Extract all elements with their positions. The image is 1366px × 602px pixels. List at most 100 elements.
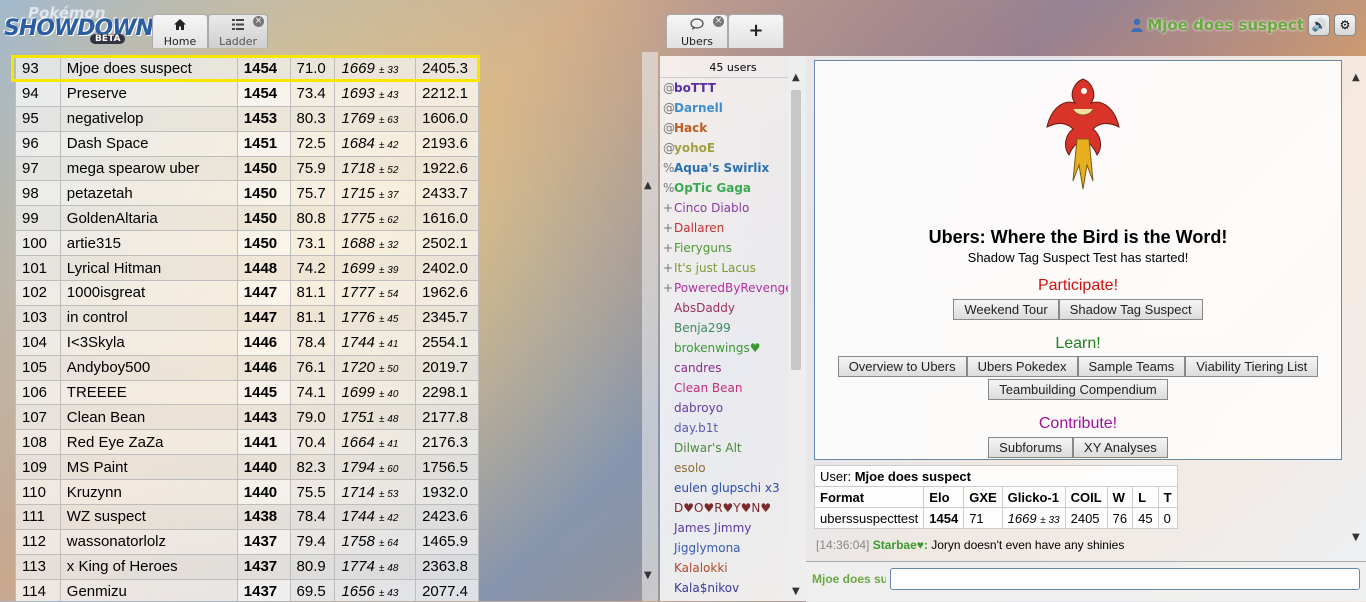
overview-to-ubers-button[interactable]: Overview to Ubers	[837, 356, 967, 377]
username-cell[interactable]: x King of Heroes	[59, 553, 238, 580]
scrollbar-thumb[interactable]	[791, 90, 801, 370]
username-cell[interactable]: Mjoe does suspect	[59, 56, 238, 82]
stats-user-name[interactable]: Mjoe does suspect	[855, 469, 971, 484]
gxe-cell: 81.1	[289, 304, 336, 331]
username-cell[interactable]: negativelop	[59, 105, 238, 132]
teambuilding-compendium-button[interactable]: Teambuilding Compendium	[988, 379, 1168, 400]
username-cell[interactable]: Dash Space	[59, 130, 238, 157]
username-cell[interactable]: WZ suspect	[59, 504, 238, 530]
scroll-down-icon[interactable]: ▼	[792, 586, 800, 597]
chat-username[interactable]: Starbae♥:	[873, 538, 928, 552]
user-list-item[interactable]: @Darnell	[660, 98, 806, 118]
user-list-item[interactable]: D♥O♥R♥Y♥N♥	[660, 498, 806, 518]
username-cell[interactable]: TREEEE	[59, 379, 238, 406]
user-list-item[interactable]: %Aqua's Swirlix	[660, 158, 806, 178]
user-list-item[interactable]: @Hack	[660, 118, 806, 138]
gxe-cell: 72.5	[289, 130, 336, 157]
username-cell[interactable]: Red Eye ZaZa	[59, 429, 238, 456]
userlist-scrollbar[interactable]: ▲ ▼	[788, 56, 805, 601]
user-list-item[interactable]: candres	[660, 358, 806, 378]
close-icon[interactable]: ×	[253, 16, 264, 27]
sample-teams-button[interactable]: Sample Teams	[1077, 356, 1186, 377]
stats-header-cell: Format	[813, 486, 925, 508]
user-list-item[interactable]: James Jimmy	[660, 518, 806, 538]
user-list-item[interactable]: dabroyo	[660, 398, 806, 418]
tab-ladder[interactable]: Ladder ×	[208, 14, 268, 48]
ubers-pokedex-button[interactable]: Ubers Pokedex	[966, 356, 1078, 377]
user-list-name: Clean Bean	[674, 381, 743, 395]
stats-header-row: Format Elo GXE Glicko-1 COIL W L T	[813, 486, 1178, 508]
username-cell[interactable]: artie315	[59, 230, 238, 257]
ladder-scrollbar[interactable]: ▲ ▼	[642, 52, 658, 601]
scroll-up-icon[interactable]: ▲	[792, 72, 800, 83]
username-cell[interactable]: petazetah	[59, 180, 238, 207]
username-cell[interactable]: Clean Bean	[59, 404, 238, 431]
subforums-button[interactable]: Subforums	[988, 437, 1074, 458]
user-list-name: PoweredByRevenge	[674, 281, 793, 295]
new-room-button[interactable]: +	[728, 14, 784, 48]
xy-analyses-button[interactable]: XY Analyses	[1073, 437, 1168, 458]
close-icon[interactable]: ×	[713, 16, 724, 27]
room-subtitle: Shadow Tag Suspect Test has started!	[967, 250, 1189, 265]
username-cell[interactable]: Kruzynn	[59, 479, 238, 506]
user-list-item[interactable]: +PoweredByRevenge	[660, 278, 806, 298]
user-list-item[interactable]: Dilwar's Alt	[660, 438, 806, 458]
user-list-name: Aqua's Swirlix	[674, 161, 770, 175]
scroll-down-icon[interactable]: ▼	[1352, 532, 1360, 543]
tab-home[interactable]: Home	[152, 14, 208, 48]
chat-scrollbar[interactable]: ▲ ▼	[1349, 56, 1366, 556]
user-list-item[interactable]: +Fieryguns	[660, 238, 806, 258]
shadow-tag-suspect-button[interactable]: Shadow Tag Suspect	[1058, 299, 1203, 320]
username-cell[interactable]: GoldenAltaria	[59, 205, 238, 232]
user-list-item[interactable]: %OpTic Gaga	[660, 178, 806, 198]
scroll-up-icon[interactable]: ▲	[644, 180, 652, 191]
scroll-up-icon[interactable]: ▲	[1352, 72, 1360, 83]
current-username[interactable]: Mjoe does suspect	[1147, 16, 1304, 34]
tab-ubers[interactable]: Ubers ×	[666, 14, 728, 48]
user-list-item[interactable]: eulen glupschi x3	[660, 478, 806, 498]
glicko-deviation: ± 52	[379, 165, 399, 176]
username-cell[interactable]: MS Paint	[59, 454, 238, 481]
username-cell[interactable]: Preserve	[59, 80, 238, 107]
elo-cell: 1437	[236, 528, 291, 555]
glicko-deviation: ± 54	[379, 289, 399, 301]
scroll-down-icon[interactable]: ▼	[644, 570, 652, 581]
elo-cell: 1450	[236, 155, 291, 182]
user-list-item[interactable]: +It's just Lacus	[660, 258, 806, 278]
rank-cell: 99	[15, 205, 61, 232]
username-cell[interactable]: I<3Skyla	[59, 329, 238, 356]
sound-button[interactable]: 🔊	[1308, 14, 1330, 36]
user-list-item[interactable]: brokenwings♥	[660, 338, 806, 358]
user-list-item[interactable]: +Cinco Diablo	[660, 198, 806, 218]
rank-cell: 108	[15, 429, 61, 456]
ladder-row: 113 x King of Heroes 1437 80.9 1774 ± 48 2363…	[15, 553, 479, 580]
user-list-item[interactable]: Kalalokki	[660, 558, 806, 578]
username-cell[interactable]: Andyboy500	[59, 354, 238, 381]
user-list-item[interactable]: +Dallaren	[660, 218, 806, 238]
chat-input[interactable]	[890, 568, 1360, 590]
weekend-tour-button[interactable]: Weekend Tour	[953, 299, 1059, 320]
viability-tiering-list-button[interactable]: Viability Tiering List	[1185, 356, 1319, 377]
username-cell[interactable]: wassonatorlolz	[59, 528, 238, 555]
user-list-item[interactable]: AbsDaddy	[660, 298, 806, 318]
showdown-logo[interactable]: Pokémon SHOWDOWN! BETA	[2, 4, 163, 46]
user-list-item[interactable]: @yohoE	[660, 138, 806, 158]
user-list-item[interactable]: Benja299	[660, 318, 806, 338]
ladder-row: 107 Clean Bean 1443 79.0 1751 ± 48 2177.8	[15, 404, 479, 431]
glicko-value: 1720	[341, 359, 375, 377]
username-cell[interactable]: Lyrical Hitman	[59, 255, 238, 282]
username-cell[interactable]: in control	[59, 304, 238, 331]
user-list-item[interactable]: @boTTT	[660, 78, 806, 98]
glicko-deviation: ± 42	[379, 513, 399, 525]
settings-button[interactable]: ⚙	[1334, 14, 1356, 36]
username-cell[interactable]: Genmizu	[59, 578, 238, 601]
user-list-item[interactable]: esolo	[660, 458, 806, 478]
coil-cell: 2177.8	[415, 404, 479, 431]
user-list-item[interactable]: Kala$nikov	[660, 578, 806, 598]
user-list-item[interactable]: Jigglymona	[660, 538, 806, 558]
stats-header-cell: T	[1157, 486, 1178, 508]
user-list-item[interactable]: Clean Bean	[660, 378, 806, 398]
username-cell[interactable]: mega spearow uber	[59, 155, 238, 182]
user-list-item[interactable]: day.b1t	[660, 418, 806, 438]
username-cell[interactable]: 1000isgreat	[59, 280, 238, 306]
